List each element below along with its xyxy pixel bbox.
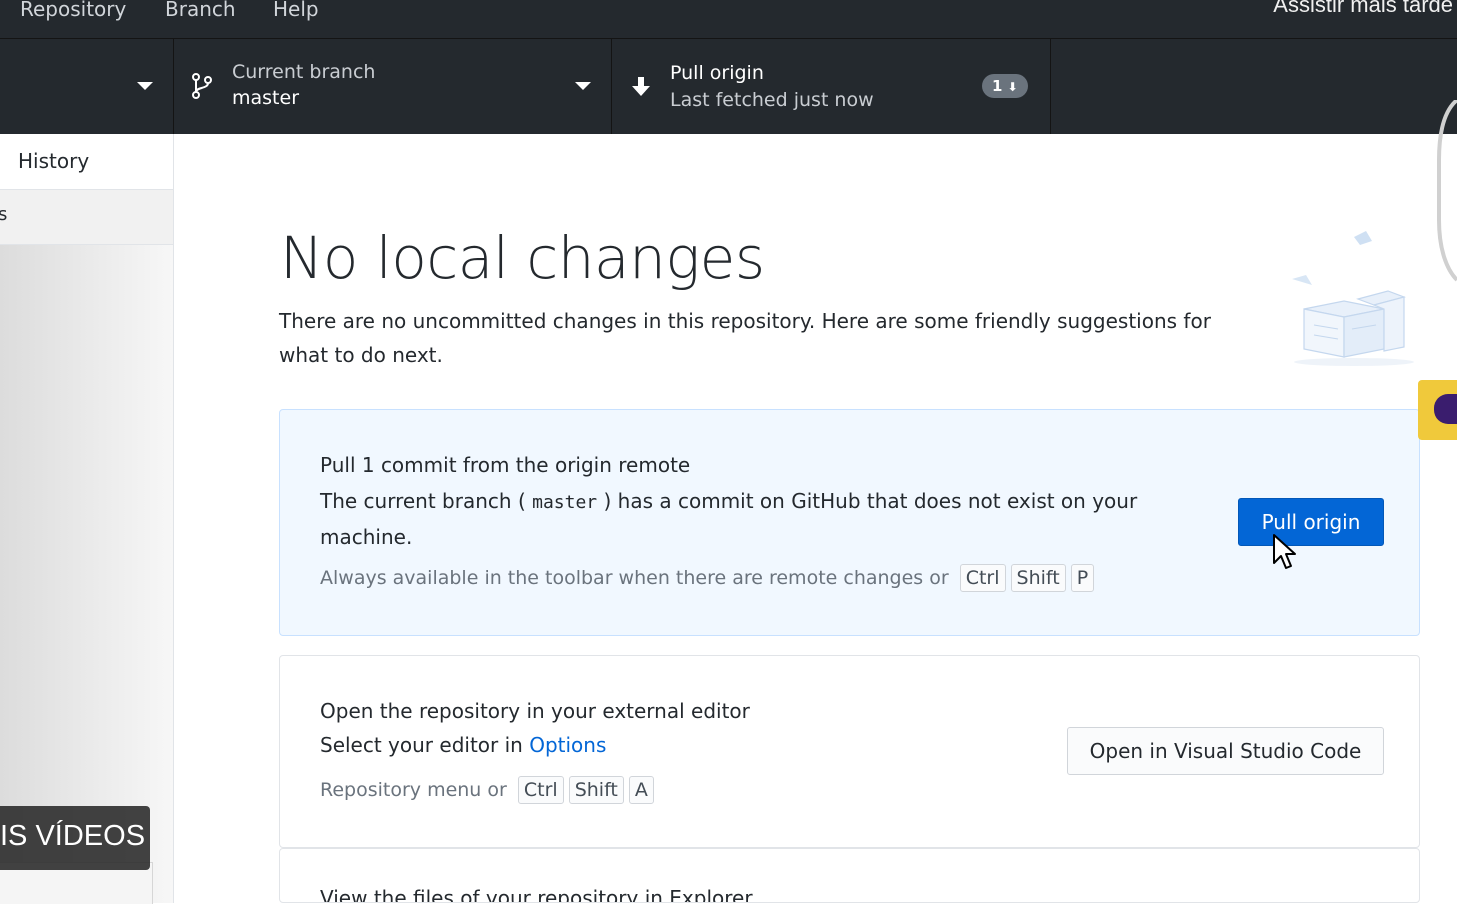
page-description: There are no uncommitted changes in this…: [279, 309, 1211, 367]
empty-state-illustration: [1292, 231, 1414, 366]
options-link[interactable]: Options: [529, 733, 606, 757]
menu-repository[interactable]: Repository: [20, 0, 126, 21]
chevron-down-icon: [137, 82, 153, 90]
branch-icon: [192, 73, 212, 99]
open-editor-card: Open the repository in your external edi…: [279, 655, 1420, 848]
repository-selector[interactable]: [0, 39, 174, 134]
tab-history[interactable]: History: [0, 134, 173, 190]
watch-later-overlay[interactable]: Assistir mais tarde: [1273, 0, 1453, 18]
arrow-down-icon: [632, 77, 650, 96]
menu-help[interactable]: Help: [273, 0, 319, 21]
logo-mark: [1434, 394, 1457, 424]
current-branch-button[interactable]: Current branch master: [174, 39, 612, 134]
kbd-p: P: [1070, 564, 1095, 592]
sidebar: History s: [0, 134, 174, 904]
page-title: No local changes: [280, 224, 765, 292]
tab-history-label: History: [18, 149, 90, 173]
kbd-ctrl: Ctrl: [517, 776, 564, 804]
pull-count-badge: 1 ⬇: [982, 74, 1028, 98]
pull-card-title: Pull 1 commit from the origin remote: [320, 453, 691, 477]
kbd-shift: Shift: [568, 776, 624, 804]
channel-logo[interactable]: [1418, 380, 1457, 440]
editor-card-description: Select your editor in Options: [320, 733, 607, 757]
pull-origin-button[interactable]: Pull origin Last fetched just now 1 ⬇: [612, 39, 1051, 134]
chevron-down-icon: [575, 82, 591, 90]
explorer-card-title: View the files of your repository in Exp…: [320, 886, 753, 903]
toolbar: Current branch master Pull origin Last f…: [0, 38, 1457, 134]
editor-card-hint: Repository menu or Ctrl Shift A: [320, 776, 654, 804]
open-in-vscode-button[interactable]: Open in Visual Studio Code: [1067, 727, 1384, 775]
current-branch-label: Current branch: [232, 61, 376, 83]
open-explorer-card: View the files of your repository in Exp…: [279, 848, 1420, 903]
last-fetched-label: Last fetched just now: [670, 89, 874, 111]
kbd-a: A: [628, 776, 654, 804]
pull-card-description: The current branch ( master ) has a comm…: [320, 489, 1138, 549]
main-panel: No local changes There are no uncommitte…: [174, 134, 1457, 903]
current-branch-value: master: [232, 87, 300, 109]
menu-branch[interactable]: Branch: [165, 0, 236, 21]
tab-changes[interactable]: s: [0, 190, 173, 245]
kbd-ctrl: Ctrl: [959, 564, 1006, 592]
menu-bar: Repository Branch Help Assistir mais tar…: [0, 0, 1457, 38]
pull-origin-label: Pull origin: [670, 62, 764, 84]
pull-origin-action-button[interactable]: Pull origin: [1238, 498, 1384, 546]
video-overlay-edge: [1437, 100, 1457, 282]
pull-suggestion-card: Pull 1 commit from the origin remote The…: [279, 409, 1420, 636]
editor-card-title: Open the repository in your external edi…: [320, 699, 750, 723]
more-videos-overlay[interactable]: IS VÍDEOS: [0, 806, 150, 870]
mouse-cursor-icon: [1273, 534, 1296, 569]
tab-changes-label: s: [0, 204, 8, 225]
pull-card-hint: Always available in the toolbar when the…: [320, 564, 1095, 592]
arrow-down-small-icon: ⬇: [1007, 80, 1018, 94]
kbd-shift: Shift: [1010, 564, 1066, 592]
branch-name-code: master: [532, 492, 598, 513]
